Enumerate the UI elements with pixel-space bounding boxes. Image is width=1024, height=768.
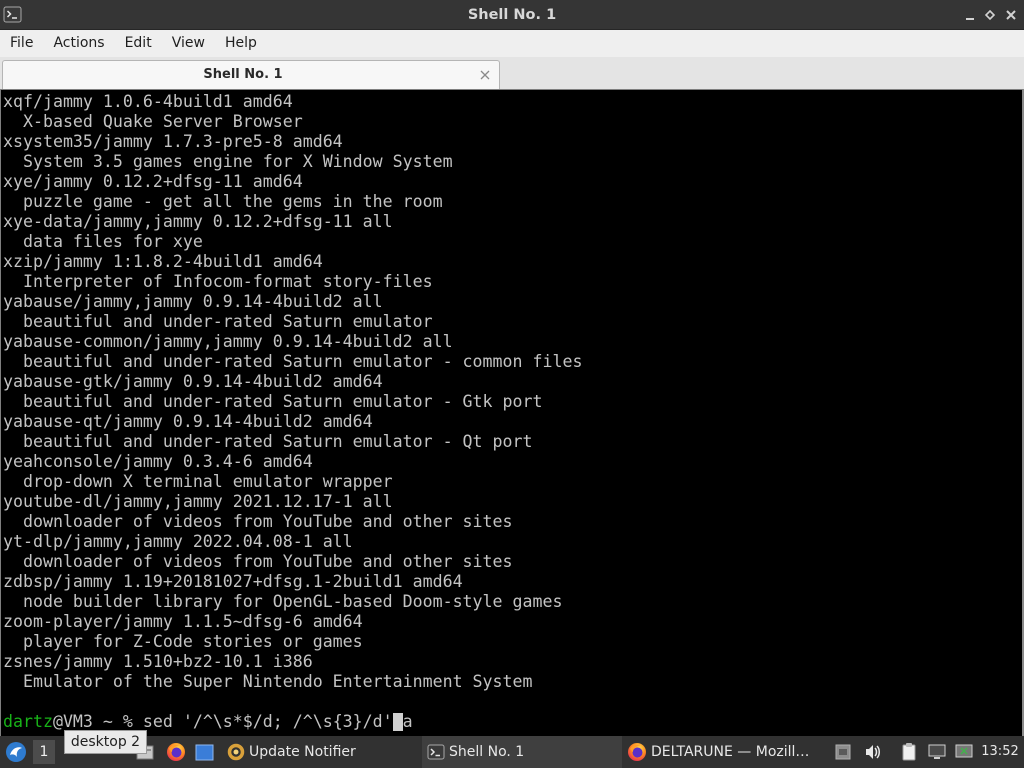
menu-edit[interactable]: Edit bbox=[115, 30, 162, 57]
terminal-line: yeahconsole/jammy 0.3.4-6 amd64 bbox=[3, 452, 313, 471]
terminal-line: beautiful and under-rated Saturn emulato… bbox=[3, 392, 543, 411]
task-shell-no-1[interactable]: Shell No. 1 bbox=[422, 736, 622, 768]
clock[interactable]: 13:52 bbox=[978, 736, 1022, 768]
terminal-line: yabause/jammy,jammy 0.9.14-4build2 all bbox=[3, 292, 383, 311]
tab-label: Shell No. 1 bbox=[203, 67, 283, 82]
task-deltarune-firefox[interactable]: DELTARUNE — Mozill… bbox=[622, 736, 822, 768]
terminal-line: yt-dlp/jammy,jammy 2022.04.08-1 all bbox=[3, 532, 353, 551]
system-tray bbox=[830, 736, 976, 768]
tab-bar: Shell No. 1 bbox=[0, 57, 1024, 89]
desktop-1-button[interactable]: 1 bbox=[33, 740, 55, 764]
network-icon[interactable] bbox=[928, 743, 946, 761]
terminal-line: xsystem35/jammy 1.7.3-pre5-8 amd64 bbox=[3, 132, 343, 151]
volume-icon[interactable] bbox=[864, 743, 882, 761]
text-cursor bbox=[392, 713, 403, 731]
terminal-line: System 3.5 games engine for X Window Sys… bbox=[3, 152, 453, 171]
terminal-line: yabause-gtk/jammy 0.9.14-4build2 amd64 bbox=[3, 372, 383, 391]
terminal-line: X-based Quake Server Browser bbox=[3, 112, 303, 131]
terminal-line: yabause-common/jammy,jammy 0.9.14-4build… bbox=[3, 332, 453, 351]
show-desktop-icon[interactable] bbox=[195, 744, 214, 761]
menu-bar: File Actions Edit View Help bbox=[0, 30, 1024, 57]
prompt-line[interactable]: dartz@VM3 ~ % sed '/^\s*$/d; /^\s{3}/d' a bbox=[3, 712, 1022, 732]
task-label: Shell No. 1 bbox=[449, 744, 525, 760]
display-icon[interactable] bbox=[955, 743, 973, 761]
taskbar: 1 Update Notifier Shell No. 1 DELTARUNE … bbox=[0, 736, 1024, 768]
menu-file[interactable]: File bbox=[0, 30, 43, 57]
terminal-line: drop-down X terminal emulator wrapper bbox=[3, 472, 393, 491]
terminal-line: youtube-dl/jammy,jammy 2021.12.17-1 all bbox=[3, 492, 393, 511]
prompt-user: dartz bbox=[3, 712, 53, 731]
task-update-notifier[interactable]: Update Notifier bbox=[222, 736, 422, 768]
terminal-icon bbox=[427, 743, 445, 761]
terminal-line: zsnes/jammy 1.510+bz2-10.1 i386 bbox=[3, 652, 313, 671]
command-input[interactable]: sed '/^\s*$/d; /^\s{3}/d' bbox=[143, 712, 393, 731]
minimize-icon[interactable] bbox=[962, 7, 978, 23]
terminal-line: player for Z-Code stories or games bbox=[3, 632, 363, 651]
task-label: DELTARUNE — Mozill… bbox=[651, 744, 810, 760]
window-list-icon[interactable] bbox=[835, 744, 851, 760]
terminal-line: puzzle game - get all the gems in the ro… bbox=[3, 192, 443, 211]
menu-view[interactable]: View bbox=[162, 30, 215, 57]
menu-help[interactable]: Help bbox=[215, 30, 267, 57]
terminal-line: data files for xye bbox=[3, 232, 203, 251]
firefox-icon bbox=[627, 742, 647, 762]
clipboard-icon[interactable] bbox=[900, 742, 918, 762]
title-bar[interactable]: Shell No. 1 bbox=[0, 0, 1024, 30]
terminal-line: beautiful and under-rated Saturn emulato… bbox=[3, 432, 533, 451]
terminal-output[interactable]: xqf/jammy 1.0.6-4build1 amd64 X-based Qu… bbox=[0, 89, 1024, 736]
maximize-icon[interactable] bbox=[982, 7, 998, 23]
terminal-line: downloader of videos from YouTube and ot… bbox=[3, 512, 513, 531]
terminal-line: xqf/jammy 1.0.6-4build1 amd64 bbox=[3, 92, 293, 111]
terminal-line: xye/jammy 0.12.2+dfsg-11 amd64 bbox=[3, 172, 303, 191]
update-notifier-icon bbox=[227, 743, 245, 761]
tab-close-icon[interactable] bbox=[480, 70, 490, 80]
firefox-icon[interactable] bbox=[166, 742, 186, 762]
lxqt-menu-icon[interactable] bbox=[5, 741, 27, 763]
terminal-line: beautiful and under-rated Saturn emulato… bbox=[3, 352, 583, 371]
tab-shell-no-1[interactable]: Shell No. 1 bbox=[2, 60, 500, 89]
window-title: Shell No. 1 bbox=[467, 7, 557, 23]
command-after-cursor[interactable]: a bbox=[403, 712, 413, 731]
close-icon[interactable] bbox=[1003, 7, 1019, 23]
task-label: Update Notifier bbox=[249, 744, 356, 760]
terminal-line: node builder library for OpenGL-based Do… bbox=[3, 592, 563, 611]
prompt-host: @VM3 ~ % bbox=[52, 712, 143, 731]
terminal-line: Interpreter of Infocom-format story-file… bbox=[3, 272, 433, 291]
terminal-icon[interactable] bbox=[3, 5, 22, 24]
terminal-line: xzip/jammy 1:1.8.2-4build1 amd64 bbox=[3, 252, 323, 271]
desktop-tooltip: desktop 2 bbox=[64, 730, 147, 754]
menu-actions[interactable]: Actions bbox=[43, 30, 114, 57]
terminal-line: xye-data/jammy,jammy 0.12.2+dfsg-11 all bbox=[3, 212, 393, 231]
terminal-line: yabause-qt/jammy 0.9.14-4build2 amd64 bbox=[3, 412, 373, 431]
terminal-line: zoom-player/jammy 1.1.5~dfsg-6 amd64 bbox=[3, 612, 363, 631]
terminal-line: downloader of videos from YouTube and ot… bbox=[3, 552, 513, 571]
terminal-line: beautiful and under-rated Saturn emulato… bbox=[3, 312, 433, 331]
terminal-line: zdbsp/jammy 1.19+20181027+dfsg.1-2build1… bbox=[3, 572, 463, 591]
terminal-line: Emulator of the Super Nintendo Entertain… bbox=[3, 672, 533, 691]
